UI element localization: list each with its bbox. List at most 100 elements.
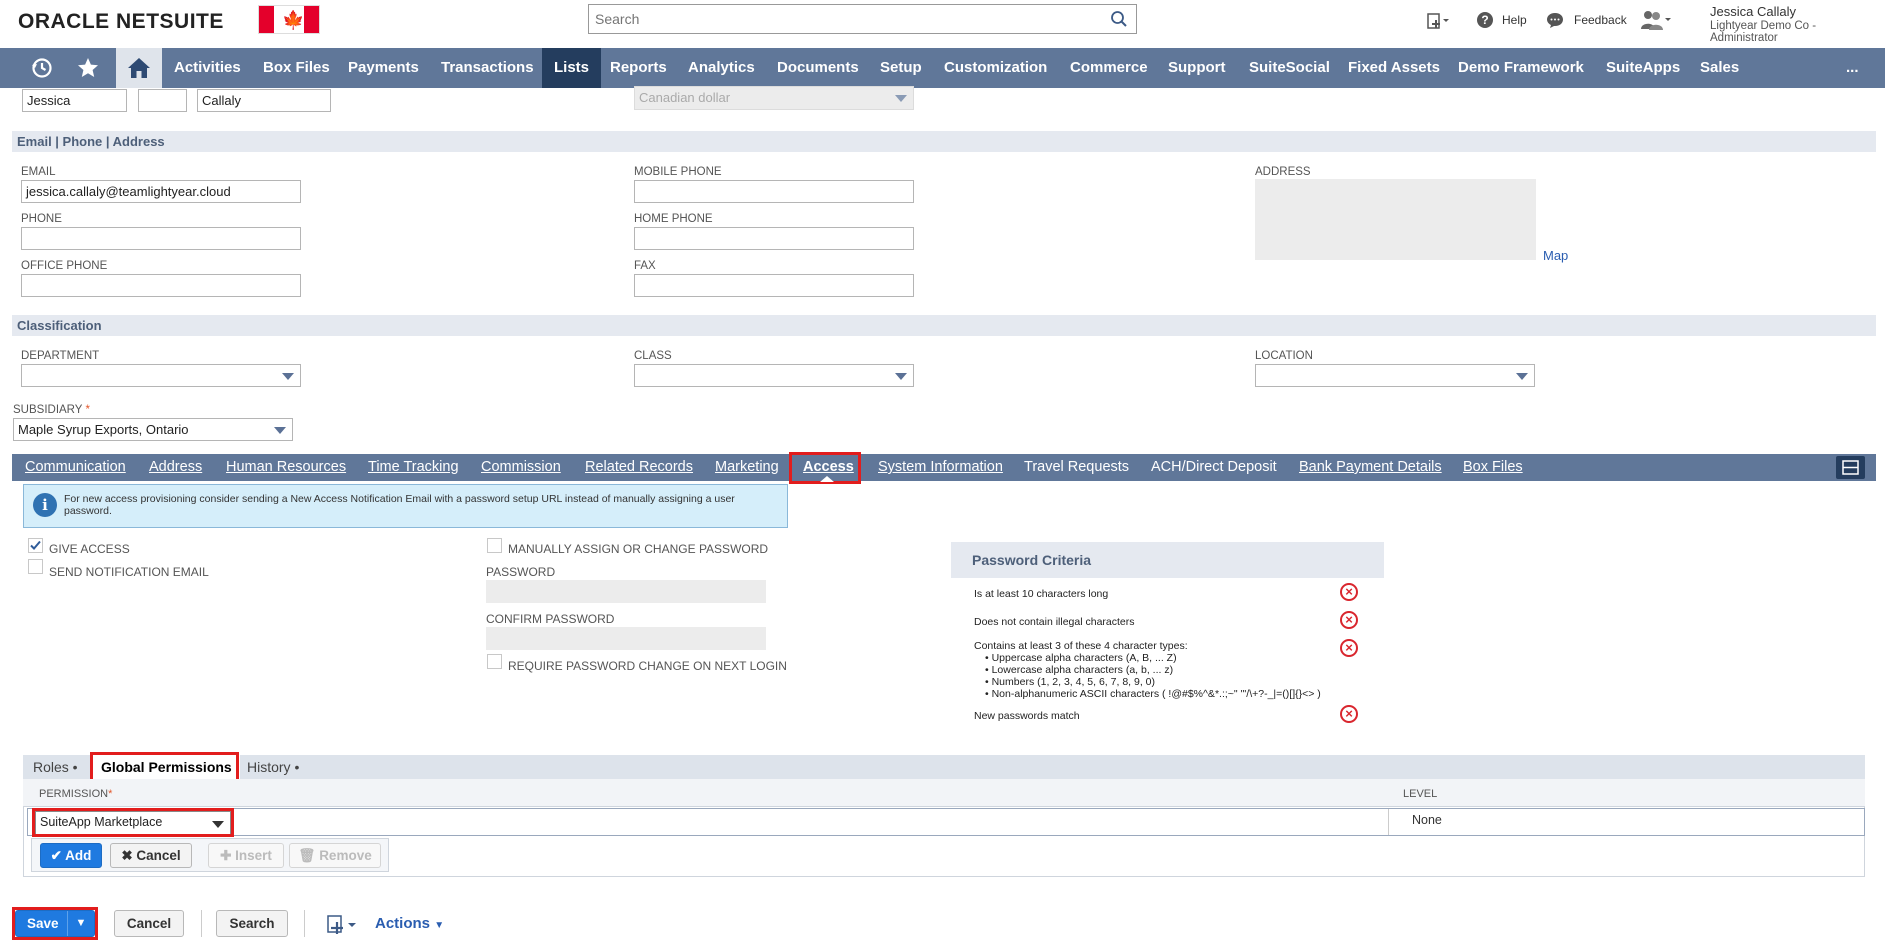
user-name[interactable]: Jessica Callaly [1710,4,1796,19]
tab-system-information[interactable]: System Information [878,454,1003,481]
nav-fixed-assets[interactable]: Fixed Assets [1348,48,1440,88]
nav-customization[interactable]: Customization [944,48,1047,88]
nav-transactions[interactable]: Transactions [441,48,534,88]
permissions-grid-header: PERMISSION* LEVEL [23,779,1865,807]
fax-field[interactable] [634,274,914,297]
nav-payments[interactable]: Payments [348,48,419,88]
tab-commission[interactable]: Commission [481,454,561,481]
feedback-link[interactable]: Feedback [1574,13,1627,27]
subsidiary-select[interactable]: Maple Syrup Exports, Ontario [13,418,293,441]
insert-row-button[interactable]: ✚ Insert [208,843,284,868]
manually-assign-password-checkbox[interactable] [487,538,502,553]
nav-sales[interactable]: Sales [1700,48,1739,88]
nav-more[interactable]: ... [1846,48,1859,88]
tab-box-files[interactable]: Box Files [1463,454,1523,481]
first-name-field[interactable]: Jessica [22,89,127,112]
class-select[interactable] [634,364,914,387]
password-field [486,580,766,603]
user-role[interactable]: Lightyear Demo Co - Administrator [1710,20,1885,44]
criteria-lowercase: • Lowercase alpha characters (a, b, ... … [985,664,1174,676]
global-search[interactable] [588,4,1137,34]
nav-documents[interactable]: Documents [777,48,859,88]
save-button-highlight [12,907,98,940]
create-new-icon[interactable] [1426,11,1450,31]
mobile-phone-field[interactable] [634,180,914,203]
office-phone-field[interactable] [21,274,301,297]
require-password-change-checkbox[interactable] [487,654,502,669]
tab-bank-payment-details[interactable]: Bank Payment Details [1299,454,1442,481]
cancel-row-button[interactable]: ✖ Cancel [110,843,192,868]
phone-field[interactable] [21,227,301,250]
tab-communication[interactable]: Communication [25,454,126,481]
help-link[interactable]: Help [1502,13,1527,27]
section-classification[interactable]: Classification [12,315,1876,336]
tab-time-tracking[interactable]: Time Tracking [368,454,459,481]
new-record-icon[interactable] [325,912,361,936]
last-name-field[interactable]: Callaly [197,89,331,112]
nav-activities[interactable]: Activities [174,48,241,88]
nav-setup[interactable]: Setup [880,48,922,88]
criteria-illegal-chars: Does not contain illegal characters [974,616,1135,628]
section-email-phone-address[interactable]: Email | Phone | Address [12,131,1876,152]
chevron-down-icon [1516,373,1528,380]
nav-analytics[interactable]: Analytics [688,48,755,88]
permission-level-value[interactable]: None [1412,813,1442,827]
oracle-netsuite-logo[interactable]: ORACLE NETSUITE [18,10,224,34]
nav-box-files[interactable]: Box Files [263,48,330,88]
cancel-button[interactable]: Cancel [114,910,184,937]
subtab-bar: Communication Address Human Resources Ti… [12,454,1876,481]
nav-reports[interactable]: Reports [610,48,667,88]
password-label: PASSWORD [486,565,556,579]
search-input[interactable] [589,5,1089,33]
send-notification-checkbox[interactable] [28,559,43,574]
close-icon: ✖ [121,848,133,863]
column-divider [1388,809,1389,835]
tab-human-resources[interactable]: Human Resources [226,454,346,481]
required-marker: * [85,404,90,416]
required-marker: * [108,788,113,800]
tab-address[interactable]: Address [149,454,202,481]
search-icon[interactable] [1110,10,1128,28]
tab-roles[interactable]: Roles • [33,755,78,779]
location-select[interactable] [1255,364,1535,387]
help-icon[interactable]: ? [1476,11,1494,29]
tab-related-records[interactable]: Related Records [585,454,693,481]
actions-menu[interactable]: Actions ▼ [375,915,444,932]
address-textarea[interactable] [1255,179,1536,260]
nav-suiteapps[interactable]: SuiteApps [1606,48,1680,88]
tab-ach-direct-deposit[interactable]: ACH/Direct Deposit [1151,454,1277,481]
criteria-length: Is at least 10 characters long [974,588,1109,600]
nav-commerce[interactable]: Commerce [1070,48,1148,88]
criteria-non-alphanumeric: • Non-alphanumeric ASCII characters ( !@… [985,688,1321,700]
nav-support[interactable]: Support [1168,48,1226,88]
subsidiary-label-text: SUBSIDIARY [13,404,83,416]
col-level: LEVEL [1403,788,1438,800]
feedback-icon[interactable] [1546,11,1564,29]
map-link[interactable]: Map [1543,248,1568,263]
criteria-numbers: • Numbers (1, 2, 3, 4, 5, 6, 7, 8, 9, 0) [985,676,1156,688]
check-icon: ✔ [50,848,62,863]
phone-label: PHONE [21,213,62,225]
favorites-star-icon[interactable] [65,48,111,88]
give-access-checkbox[interactable] [28,538,43,553]
home-icon[interactable] [116,48,162,88]
office-phone-label: OFFICE PHONE [21,260,108,272]
tab-travel-requests[interactable]: Travel Requests [1024,454,1129,481]
department-select[interactable] [21,364,301,387]
tab-marketing[interactable]: Marketing [715,454,779,481]
email-field[interactable]: jessica.callaly@teamlightyear.cloud [21,180,301,203]
nav-lists[interactable]: Lists [542,48,602,88]
permission-row[interactable]: None [27,808,1865,836]
middle-name-field[interactable] [138,89,187,112]
svg-text:?: ? [1481,13,1488,27]
search-button[interactable]: Search [216,910,288,937]
nav-demo-framework[interactable]: Demo Framework [1458,48,1584,88]
recent-records-icon[interactable] [19,48,65,88]
roles-menu-icon[interactable] [1640,9,1672,31]
add-row-button[interactable]: ✔ Add [40,843,102,868]
nav-suitesocial[interactable]: SuiteSocial [1249,48,1330,88]
layout-toggle-icon[interactable] [1836,456,1865,479]
home-phone-field[interactable] [634,227,914,250]
tab-history[interactable]: History • [247,755,299,779]
remove-row-button[interactable]: 🗑 Remove [289,843,381,868]
